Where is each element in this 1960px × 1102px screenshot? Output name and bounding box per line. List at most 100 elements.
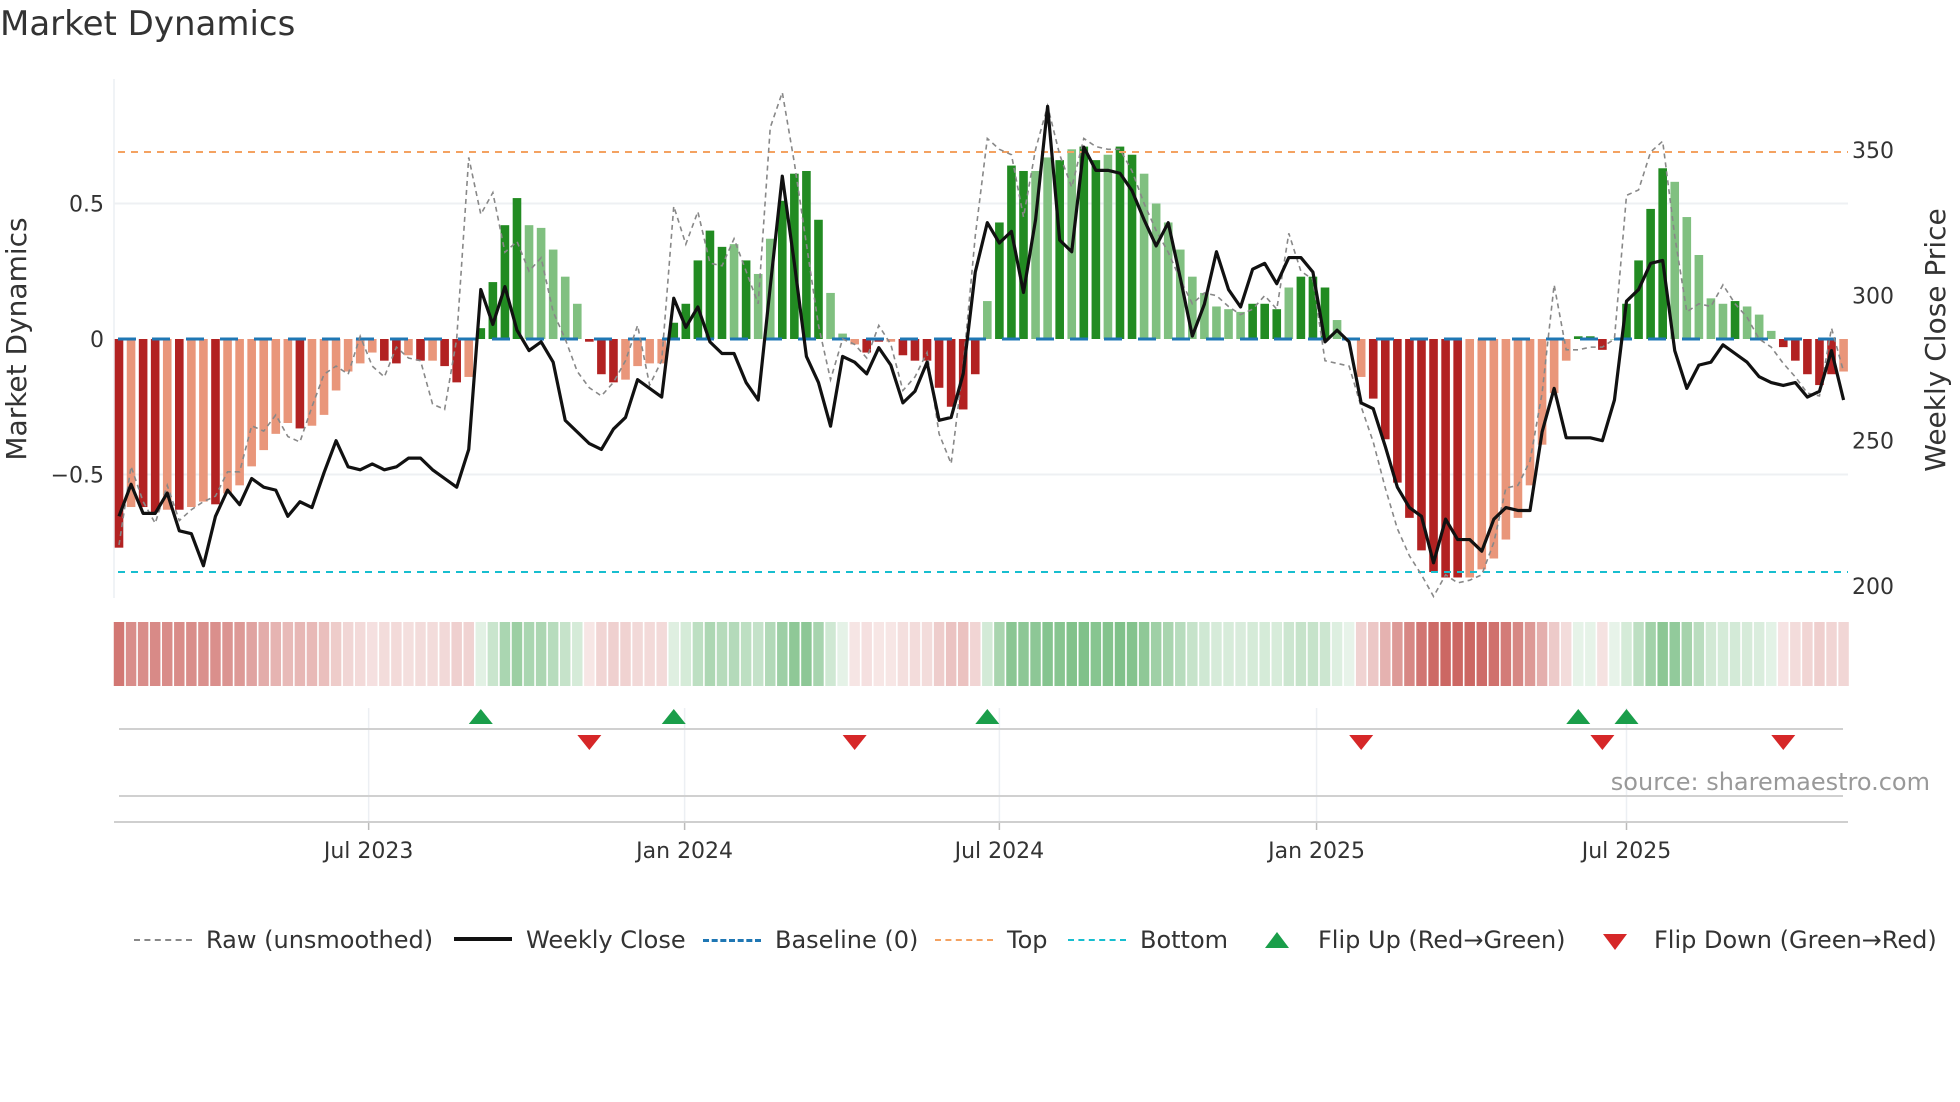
heat-strip-cell — [1464, 622, 1475, 686]
heat-strip-cell — [1090, 622, 1102, 686]
dynamics-bar — [814, 219, 823, 339]
heat-strip-cell — [994, 622, 1005, 686]
heat-strip-cell — [885, 622, 897, 686]
heat-strip-cell — [294, 622, 306, 686]
dynamics-bar — [1224, 309, 1233, 339]
dynamics-bar — [1429, 339, 1438, 573]
dynamics-bar — [1405, 339, 1414, 518]
heat-strip-cell — [427, 622, 438, 686]
dynamics-bar — [597, 339, 606, 375]
y-tick-label-left: −0.5 — [51, 464, 104, 489]
dynamics-bar — [367, 339, 377, 353]
heat-strip-cell — [1476, 622, 1488, 686]
dynamics-bars — [114, 146, 1848, 578]
dynamics-bar — [1839, 339, 1848, 372]
heat-strip-cell — [752, 622, 764, 686]
dynamics-bar — [283, 339, 293, 424]
heat-strip-cell — [692, 622, 704, 686]
dynamics-bar — [717, 246, 727, 339]
heat-strip-cell — [1175, 622, 1186, 686]
dynamics-bar — [1091, 160, 1101, 339]
heat-strip-cell — [921, 622, 933, 686]
dynamics-bar — [1236, 311, 1245, 339]
heat-strip-cell — [487, 622, 499, 686]
heat-strip-cell — [1548, 622, 1560, 686]
flip-up-marker — [468, 709, 493, 724]
heat-strip-cell — [1838, 622, 1849, 686]
baseline-swatch — [703, 922, 761, 958]
heat-strip — [113, 622, 1849, 686]
heat-strip-cell — [403, 622, 414, 686]
heat-strip-cell — [1633, 622, 1644, 686]
heat-strip-cell — [354, 622, 366, 686]
heat-strip-cell — [777, 622, 788, 686]
heat-strip-cell — [198, 622, 209, 686]
dynamics-bar — [1706, 298, 1716, 339]
heat-strip-cell — [174, 622, 185, 686]
heat-strip-cell — [125, 622, 137, 686]
dynamics-bar — [404, 339, 413, 356]
heat-strip-cell — [1536, 622, 1548, 686]
heat-strip-cell — [415, 622, 426, 686]
heat-strip-cell — [1319, 622, 1331, 686]
heat-strip-cell — [1343, 622, 1355, 686]
dynamics-bar — [970, 339, 980, 375]
heat-strip-cell — [270, 622, 282, 686]
dynamics-bar — [548, 249, 558, 339]
dynamics-bar — [572, 303, 582, 339]
dynamics-bar — [585, 339, 594, 342]
heat-strip-cell — [1681, 622, 1693, 686]
legend-label: Raw (unsmoothed) — [206, 926, 434, 954]
heat-strip-cell — [1271, 622, 1282, 686]
dynamics-bar — [1646, 208, 1655, 339]
heat-strip-cell — [1102, 622, 1114, 686]
dynamics-bar — [1766, 330, 1776, 339]
source-credit: source: sharemaestro.com — [1610, 768, 1930, 796]
heat-strip-cell — [547, 622, 559, 686]
dynamics-bar — [259, 339, 269, 451]
heat-strip-cell — [825, 622, 836, 686]
dynamics-bar — [1477, 339, 1487, 570]
heat-strip-cell — [1597, 622, 1608, 686]
heat-strip-cell — [1259, 622, 1270, 686]
heat-strip-cell — [1404, 622, 1415, 686]
heat-strip-cell — [1042, 622, 1053, 686]
heat-strip-cell — [1512, 622, 1524, 686]
dynamics-bar — [1791, 339, 1800, 361]
legend-item-weekly-close: Weekly Close — [454, 922, 686, 958]
dynamics-bar — [621, 339, 630, 380]
dynamics-bar — [1103, 154, 1113, 339]
legend-label: Top — [1007, 926, 1048, 954]
flip-up-marker — [975, 709, 1000, 724]
heat-strip-cell — [933, 622, 945, 686]
dynamics-bar — [645, 339, 654, 364]
dynamics-bar — [500, 225, 510, 339]
x-tick-label: Jul 2023 — [322, 839, 414, 864]
dynamics-bar — [560, 276, 570, 339]
heat-strip-cell — [656, 622, 667, 686]
heat-strip-cell — [210, 622, 221, 686]
flip-down-marker — [577, 735, 602, 750]
dynamics-bar — [524, 225, 534, 339]
heat-strip-cell — [1645, 622, 1656, 686]
heat-strip-cell — [1500, 622, 1512, 686]
dynamics-bar — [138, 339, 148, 508]
flip-down-marker — [842, 735, 867, 750]
heat-strip-cell — [1223, 622, 1234, 686]
heat-strip-cell — [1802, 622, 1813, 686]
heat-strip-cell — [1138, 622, 1150, 686]
heat-strip-cell — [970, 622, 981, 686]
heat-strip-cell — [1066, 622, 1077, 686]
heat-strip-cell — [1452, 622, 1463, 686]
dynamics-bar — [428, 339, 437, 361]
dynamics-bar — [983, 301, 992, 339]
heat-strip-cell — [306, 622, 318, 686]
y-tick-label-right: 250 — [1852, 430, 1894, 455]
dynamics-bar — [1525, 339, 1535, 486]
heat-strip-cell — [849, 622, 860, 686]
dynamics-bar — [440, 339, 449, 367]
dynamics-bar — [1212, 306, 1221, 339]
heat-strip-cell — [620, 622, 631, 686]
heat-strip-cell — [475, 622, 487, 686]
heat-strip-cell — [644, 622, 655, 686]
